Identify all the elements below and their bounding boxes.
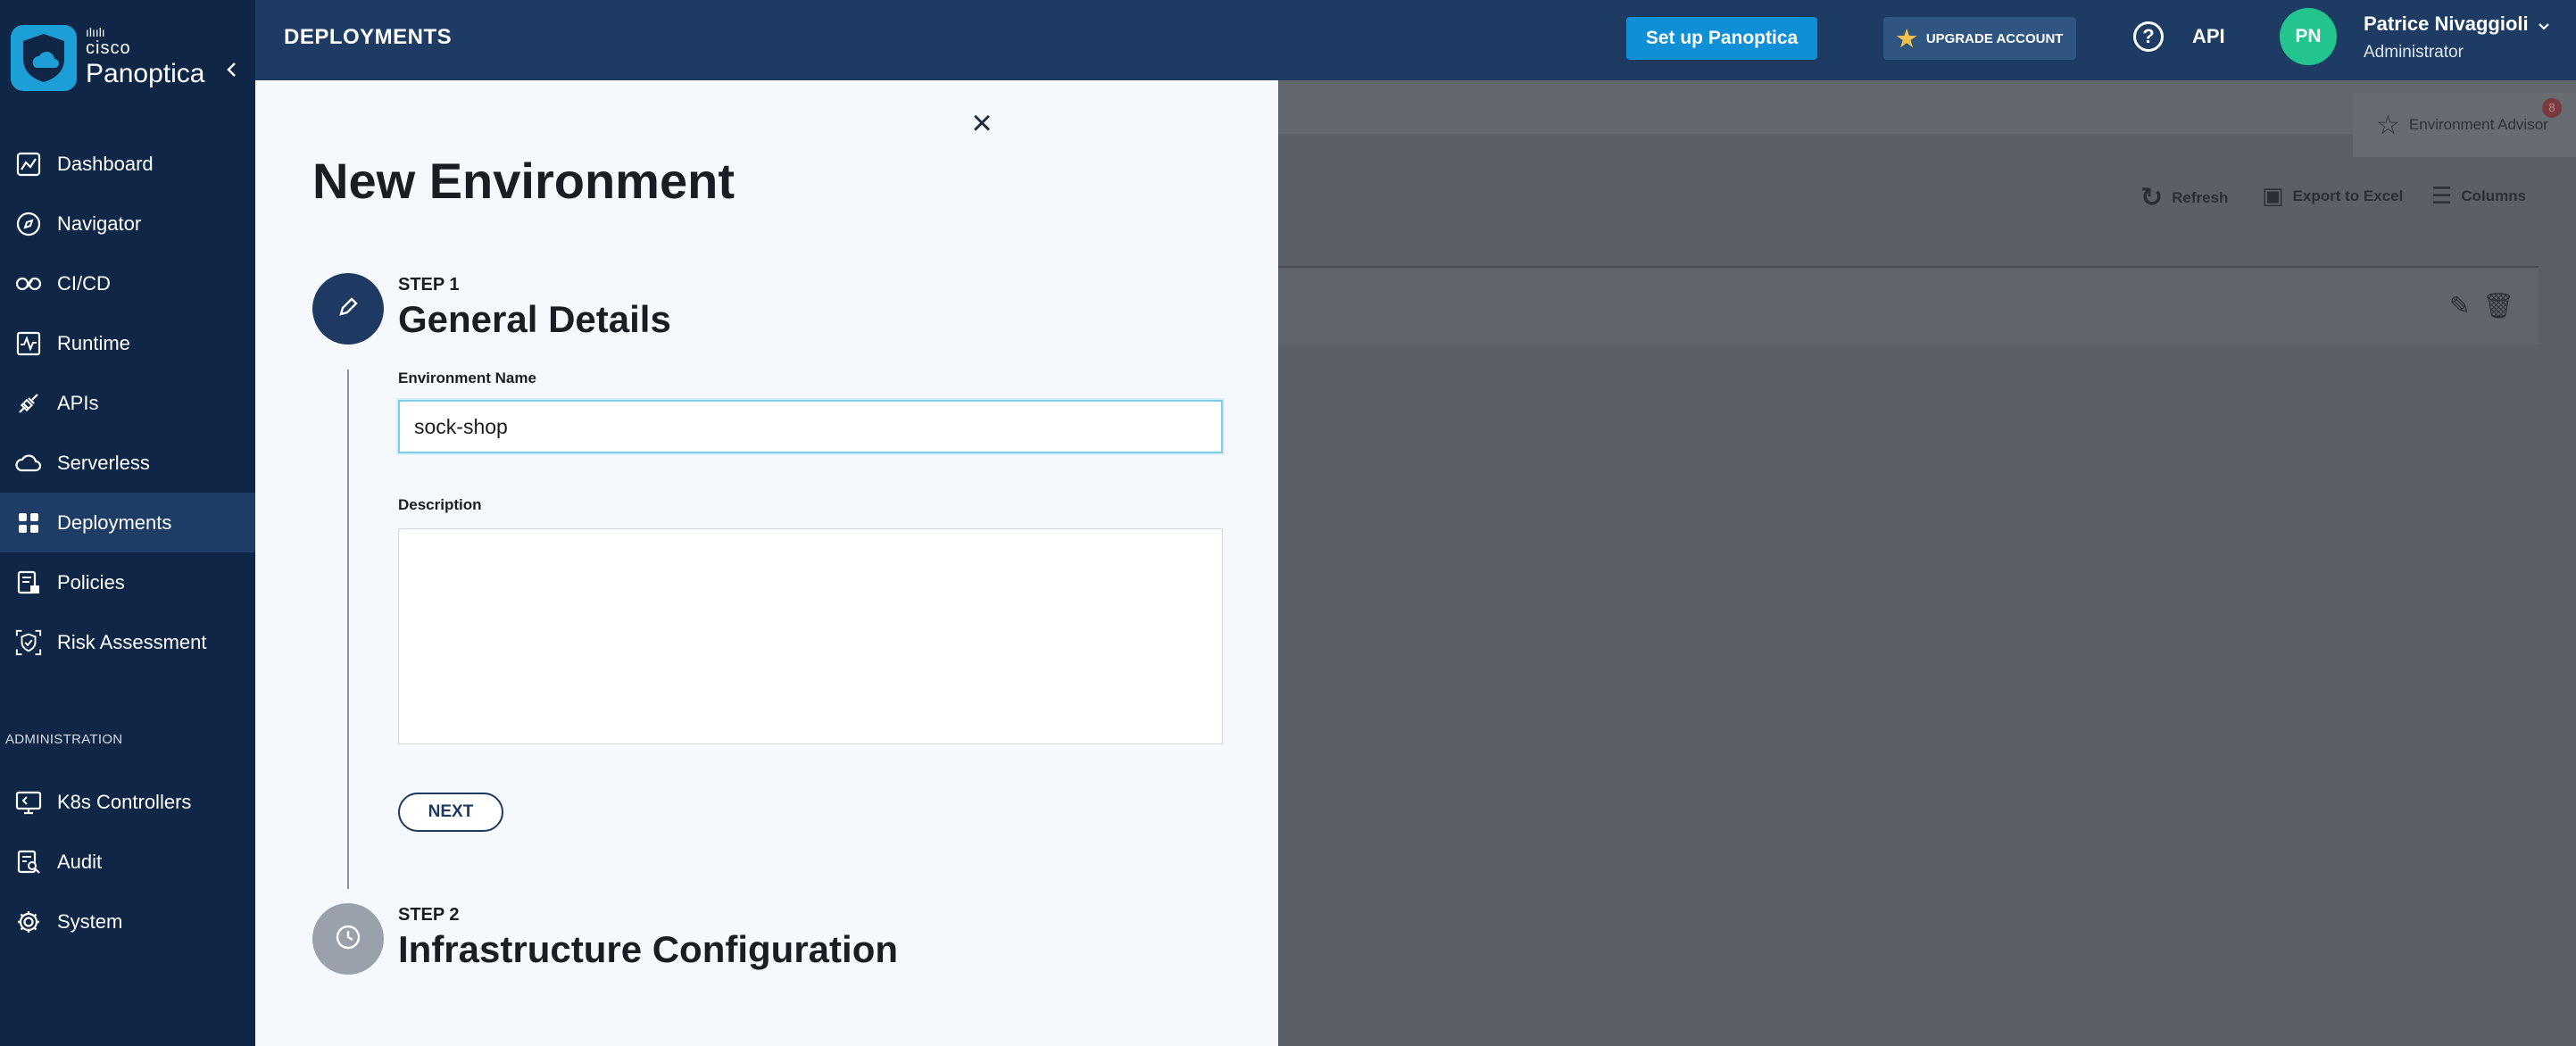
cloud-icon [14, 449, 43, 477]
sidebar-item-risk-assessment[interactable]: Risk Assessment [0, 612, 255, 672]
environment-name-label: Environment Name [398, 369, 536, 386]
panel-title: New Environment [312, 153, 735, 209]
sidebar-item-label: Runtime [57, 331, 130, 354]
next-button[interactable]: NEXT [398, 793, 503, 832]
step1-title: General Details [398, 298, 671, 340]
top-bar: DEPLOYMENTS Set up Panoptica ★ UPGRADE A… [255, 0, 2576, 80]
sidebar-item-label: Navigator [57, 212, 142, 235]
columns-button[interactable]: ☰ Columns [2431, 182, 2526, 210]
administration-heading: ADMINISTRATION [5, 732, 123, 747]
star-outline-icon: ☆ [2376, 110, 2400, 140]
main-nav: Dashboard Navigator CI/CD Runtime APIs S… [0, 134, 255, 672]
upgrade-account-button[interactable]: ★ UPGRADE ACCOUNT [1883, 17, 2076, 60]
sidebar-item-cicd[interactable]: CI/CD [0, 253, 255, 313]
edit-icon[interactable]: ✎ [2449, 292, 2470, 320]
help-icon[interactable]: ? [2133, 21, 2164, 52]
user-name[interactable]: Patrice Nivaggioli [2364, 12, 2529, 36]
upgrade-account-label: UPGRADE ACCOUNT [1925, 30, 2064, 46]
environment-advisor-label: Environment Advisor [2408, 116, 2548, 133]
runtime-icon [14, 329, 43, 358]
step1-indicator [312, 273, 384, 345]
shield-scan-icon [14, 628, 43, 657]
refresh-button[interactable]: ↻ Refresh [2140, 182, 2228, 213]
sidebar-item-system[interactable]: System [0, 892, 255, 951]
table-row[interactable] [1278, 270, 2539, 345]
cisco-wordmark: ılıılı cisco [86, 25, 131, 58]
chevron-down-icon[interactable] [2537, 18, 2551, 37]
table-divider [1278, 266, 2539, 268]
refresh-label: Refresh [2172, 188, 2229, 206]
sidebar-item-label: Audit [57, 850, 103, 873]
export-excel-button[interactable]: ▣ Export to Excel [2262, 182, 2403, 210]
monitor-icon [14, 788, 43, 817]
sidebar-item-label: Serverless [57, 451, 150, 474]
refresh-icon: ↻ [2140, 183, 2164, 212]
trash-icon[interactable]: 🗑 [2482, 292, 2514, 320]
product-name: Panoptica [86, 59, 205, 88]
sidebar-item-label: K8s Controllers [57, 790, 192, 813]
sidebar-item-label: Deployments [57, 511, 172, 534]
environment-name-input[interactable] [398, 400, 1223, 453]
compass-icon [14, 210, 43, 238]
export-excel-label: Export to Excel [2292, 187, 2404, 204]
sidebar-item-label: Dashboard [57, 152, 154, 175]
sidebar-item-policies[interactable]: Policies [0, 552, 255, 612]
collapse-sidebar-icon[interactable] [223, 59, 241, 80]
cicd-icon [14, 270, 43, 298]
star-icon: ★ [1896, 24, 1917, 52]
row-actions: ✎ 🗑 [2449, 291, 2514, 320]
gear-icon [14, 908, 43, 936]
panoptica-logo[interactable]: ılıılı cisco Panoptica [11, 25, 204, 91]
admin-nav: K8s Controllers Audit System [0, 772, 255, 951]
sidebar-item-deployments[interactable]: Deployments [0, 493, 255, 552]
advisor-count-badge: 8 [2542, 98, 2562, 118]
sidebar-item-navigator[interactable]: Navigator [0, 194, 255, 253]
step2-label: STEP 2 [398, 905, 460, 925]
sidebar-item-k8s-controllers[interactable]: K8s Controllers [0, 772, 255, 832]
step1-label: STEP 1 [398, 275, 460, 295]
sidebar: ılıılı cisco Panoptica Dashboard Navigato… [0, 0, 255, 1046]
sidebar-item-apis[interactable]: APIs [0, 373, 255, 433]
step2-indicator [312, 903, 384, 975]
sidebar-item-label: System [57, 909, 123, 933]
sidebar-item-dashboard[interactable]: Dashboard [0, 134, 255, 194]
clock-icon [333, 922, 363, 957]
sidebar-item-audit[interactable]: Audit [0, 832, 255, 892]
sidebar-item-runtime[interactable]: Runtime [0, 313, 255, 373]
page-title: DEPLOYMENTS [284, 25, 453, 49]
sidebar-item-label: Risk Assessment [57, 630, 207, 653]
policy-lock-icon [14, 569, 43, 597]
grid-icon [14, 509, 43, 537]
columns-icon: ☰ [2431, 182, 2453, 209]
dashboard-icon [14, 150, 43, 178]
pencil-icon [336, 295, 361, 324]
columns-label: Columns [2461, 187, 2527, 204]
step2-title: Infrastructure Configuration [398, 928, 899, 970]
user-role: Administrator [2364, 43, 2464, 62]
avatar[interactable]: PN [2280, 8, 2337, 65]
step-timeline-line [347, 369, 349, 889]
audit-search-icon [14, 848, 43, 876]
api-link[interactable]: API [2192, 25, 2225, 48]
sidebar-item-label: APIs [57, 391, 99, 414]
close-icon[interactable]: × [966, 105, 998, 141]
sidebar-item-label: CI/CD [57, 271, 111, 295]
sidebar-item-serverless[interactable]: Serverless [0, 433, 255, 493]
excel-icon: ▣ [2262, 182, 2284, 209]
setup-panoptica-button[interactable]: Set up Panoptica [1626, 17, 1817, 60]
description-label: Description [398, 496, 482, 513]
api-plug-icon [14, 389, 43, 418]
shield-logo-icon [11, 25, 77, 91]
sidebar-item-label: Policies [57, 570, 125, 594]
description-textarea[interactable] [398, 528, 1223, 744]
